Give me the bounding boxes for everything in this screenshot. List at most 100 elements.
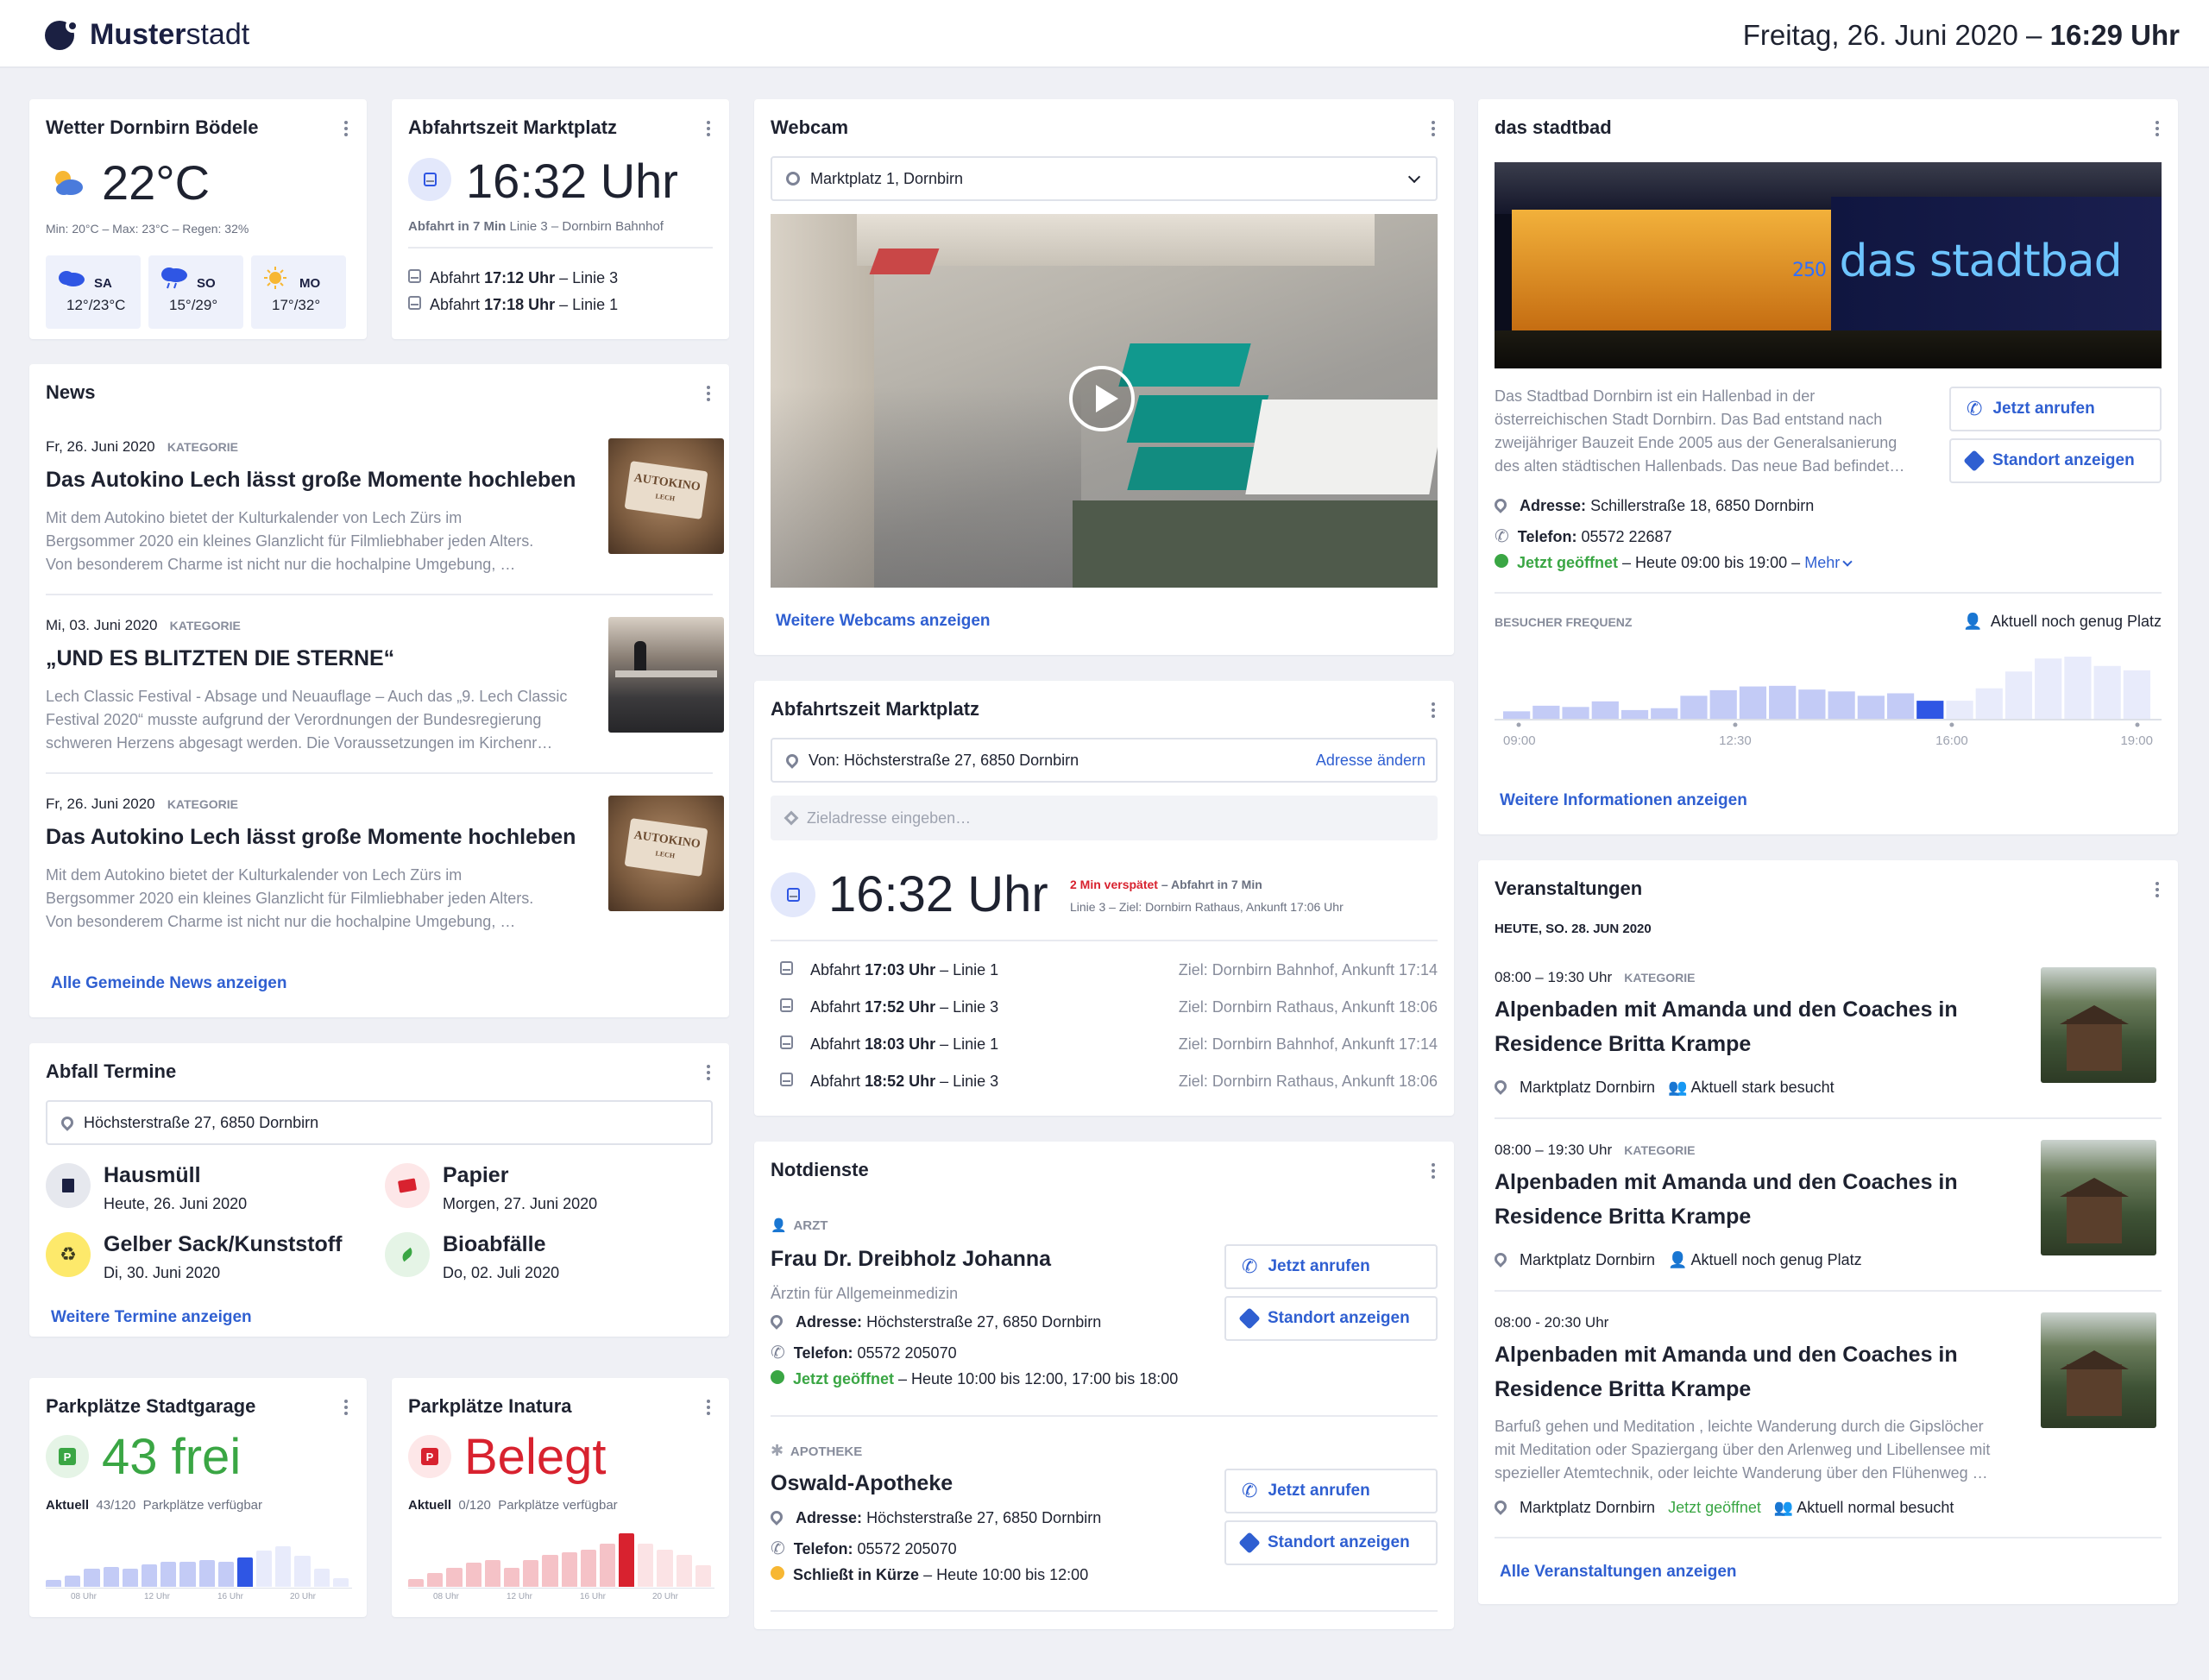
departure-time: 16:32 Uhr <box>828 866 1048 922</box>
departure-row: Abfahrt 17:18 Uhr – Linie 1 <box>408 296 618 314</box>
sun-icon <box>264 267 286 289</box>
more-hours-link[interactable]: Mehr <box>1804 554 1840 571</box>
from-address-field[interactable]: Von: Höchsterstraße 27, 6850 Dornbirn Ad… <box>771 738 1438 783</box>
webcam-image[interactable] <box>771 214 1438 588</box>
clock-icon <box>1495 554 1508 568</box>
brand-name: Musterstadt <box>90 17 250 51</box>
more-menu-icon[interactable] <box>337 1395 355 1419</box>
card-title: das stadtbad <box>1495 116 1612 138</box>
brand-logo[interactable]: Musterstadt <box>45 17 249 52</box>
stadtbad-sign: 250 das stadtbad <box>1792 236 2123 287</box>
more-webcams-link[interactable]: Weitere Webcams anzeigen <box>776 612 991 631</box>
rain-cloud-icon <box>161 267 187 289</box>
event-image[interactable] <box>2041 1140 2156 1255</box>
more-menu-icon[interactable] <box>700 381 717 406</box>
all-news-link[interactable]: Alle Gemeinde News anzeigen <box>51 974 286 993</box>
more-menu-icon[interactable] <box>700 1060 717 1085</box>
card-title: Abfahrtszeit Marktplatz <box>408 116 618 138</box>
chart-bar <box>160 1562 177 1587</box>
chart-bar <box>619 1533 635 1587</box>
departure-row[interactable]: Abfahrt 18:03 Uhr – Linie 1 Ziel: Dornbir… <box>780 1035 1438 1054</box>
news-item[interactable]: Mi, 03. Juni 2020 KATEGORIE „UND ES BLIT… <box>46 617 724 779</box>
chart-bar <box>523 1560 539 1587</box>
bus-icon <box>780 961 793 975</box>
change-address-link[interactable]: Adresse ändern <box>1316 752 1425 770</box>
pharmacy-category: ✱ APOTHEKE <box>771 1442 863 1459</box>
more-menu-icon[interactable] <box>2149 878 2166 902</box>
news-item[interactable]: Fr, 26. Juni 2020 KATEGORIE Das Autokino… <box>46 438 724 601</box>
chart-bar <box>580 1550 596 1587</box>
event-title[interactable]: Residence Britta Krampe <box>1495 1205 1751 1230</box>
group-icon: 👥 <box>1773 1499 1794 1516</box>
stadtbad-address: Adresse: Schillerstraße 18, 6850 Dornbir… <box>1492 496 1814 515</box>
news-title[interactable]: Das Autokino Lech lässt große Momente ho… <box>46 825 576 850</box>
show-location-button[interactable]: Standort anzeigen <box>1224 1520 1438 1565</box>
chart-bar <box>599 1544 616 1587</box>
waste-card: Abfall Termine Höchsterstraße 27, 6850 D… <box>29 1043 729 1337</box>
play-icon[interactable] <box>1069 366 1135 431</box>
x-tick-label: 19:00 <box>2120 733 2153 746</box>
chart-bar <box>484 1560 500 1587</box>
partly-cloudy-icon <box>55 171 83 195</box>
event-time: 08:00 – 19:30 Uhr KATEGORIE <box>1495 1142 1696 1158</box>
more-menu-icon[interactable] <box>1425 116 1442 141</box>
phone-icon: ✆ <box>1242 1480 1258 1501</box>
departure-time: 16:32 Uhr <box>466 154 678 208</box>
more-info-link[interactable]: Weitere Informationen anzeigen <box>1500 791 1747 810</box>
call-button[interactable]: ✆ Jetzt anrufen <box>1224 1244 1438 1289</box>
frequency-bar <box>1591 701 1619 719</box>
bus-icon <box>780 1073 793 1086</box>
waste-address-field[interactable]: Höchsterstraße 27, 6850 Dornbirn <box>46 1100 713 1145</box>
news-title[interactable]: Das Autokino Lech lässt große Momente ho… <box>46 468 576 493</box>
more-waste-dates-link[interactable]: Weitere Termine anzeigen <box>51 1308 252 1327</box>
show-location-button[interactable]: Standort anzeigen <box>1949 438 2162 483</box>
news-image[interactable] <box>608 617 724 733</box>
temperature-details: Min: 20°C – Max: 23°C – Regen: 32% <box>46 222 249 236</box>
pharmacy-icon: ✱ <box>771 1442 784 1459</box>
event-title[interactable]: Residence Britta Krampe <box>1495 1032 1751 1057</box>
event-meta: Marktplatz Dornbirn 👤 Aktuell noch genug… <box>1492 1250 1862 1269</box>
more-menu-icon[interactable] <box>1425 1159 1442 1183</box>
event-meta: Marktplatz Dornbirn 👥 Aktuell stark besu… <box>1492 1078 1835 1097</box>
group-icon: 👥 <box>1668 1079 1688 1096</box>
event-image[interactable] <box>2041 967 2156 1083</box>
event-title[interactable]: Alpenbaden mit Amanda und den Coaches in <box>1495 1343 1958 1368</box>
frequency-bar <box>1798 689 1826 719</box>
more-menu-icon[interactable] <box>700 116 717 141</box>
parking-availability: Aktuell 0/120 Parkplätze verfügbar <box>408 1498 618 1513</box>
forecast-list: SA 12°/23°C SO 15°/29° MO 17°/32° <box>46 255 346 329</box>
more-menu-icon[interactable] <box>700 1395 717 1419</box>
departure-row[interactable]: Abfahrt 17:03 Uhr – Linie 1 Ziel: Dornbir… <box>780 961 1438 979</box>
call-button[interactable]: ✆ Jetzt anrufen <box>1949 387 2162 431</box>
frequency-bar <box>2064 657 2092 719</box>
event-title[interactable]: Alpenbaden mit Amanda und den Coaches in <box>1495 997 1958 1022</box>
departure-row[interactable]: Abfahrt 18:52 Uhr – Linie 3 Ziel: Dornbir… <box>780 1073 1438 1091</box>
news-title[interactable]: „UND ES BLITZTEN DIE STERNE“ <box>46 646 394 671</box>
frequency-label: BESUCHER FREQUENZ <box>1495 615 1633 629</box>
forecast-day: SA 12°/23°C <box>46 255 141 329</box>
event-image[interactable] <box>2041 1312 2156 1428</box>
show-location-button[interactable]: Standort anzeigen <box>1224 1296 1438 1341</box>
card-title: Parkplätze Inatura <box>408 1395 572 1417</box>
parking-icon: P <box>46 1435 89 1478</box>
webcam-select[interactable]: Marktplatz 1, Dornbirn <box>771 156 1438 201</box>
bus-icon <box>771 872 815 917</box>
frequency-bar <box>1503 711 1531 719</box>
departure-row[interactable]: Abfahrt 17:52 Uhr – Linie 3 Ziel: Dornbir… <box>780 998 1438 1016</box>
news-image[interactable]: AUTOKINO LECH <box>608 796 724 911</box>
more-menu-icon[interactable] <box>1425 698 1442 722</box>
news-item[interactable]: Fr, 26. Juni 2020 KATEGORIE Das Autokino… <box>46 796 724 958</box>
news-image[interactable]: AUTOKINO LECH <box>608 438 724 554</box>
direction-icon <box>1963 450 1986 472</box>
frequency-bar <box>1621 709 1649 719</box>
call-button[interactable]: ✆ Jetzt anrufen <box>1224 1469 1438 1513</box>
event-title[interactable]: Residence Britta Krampe <box>1495 1377 1751 1402</box>
all-events-link[interactable]: Alle Veranstaltungen anzeigen <box>1500 1563 1737 1582</box>
frequency-bar <box>2093 665 2121 719</box>
stadtbad-image[interactable]: 250 das stadtbad <box>1495 162 2162 368</box>
more-menu-icon[interactable] <box>2149 116 2166 141</box>
chart-bar <box>46 1580 62 1587</box>
event-title[interactable]: Alpenbaden mit Amanda und den Coaches in <box>1495 1170 1958 1195</box>
destination-input[interactable]: Zieladresse eingeben… <box>771 796 1438 840</box>
more-menu-icon[interactable] <box>337 116 355 141</box>
